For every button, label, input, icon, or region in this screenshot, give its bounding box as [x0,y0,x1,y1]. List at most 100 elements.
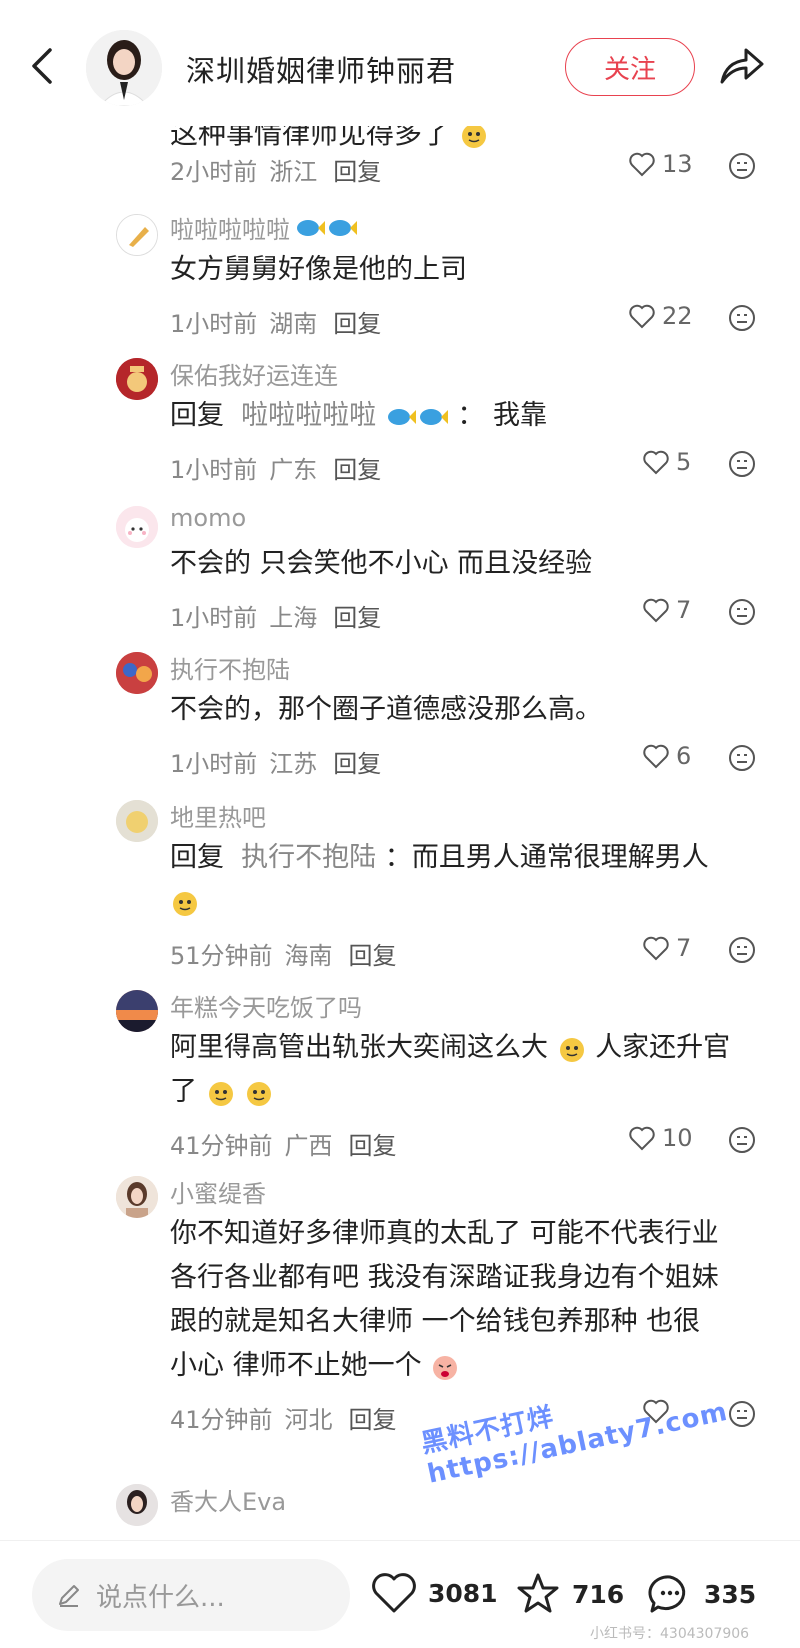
like-count: 22 [662,302,693,330]
reply-button[interactable]: 回复 [349,1400,397,1435]
comment-meta: 1小时前 江苏 回复 [170,744,381,779]
comment-region: 广西 [284,1132,333,1160]
heart-icon [372,1573,416,1613]
commenter-name[interactable]: 年糕今天吃饭了吗 [170,988,362,1023]
commenter-avatar[interactable] [116,358,158,400]
comment-text: 女方舅舅好像是他的上司 [170,254,467,285]
favorite-button[interactable]: 716 [514,1571,624,1617]
commenter-avatar[interactable] [116,1484,158,1526]
commenter-name[interactable]: 执行不抱陆 [170,650,290,685]
platform-id-watermark: 小红书号：4304307906 [590,1626,750,1642]
commenter-name[interactable]: 小蜜缇香 [170,1174,266,1209]
heart-icon [629,1126,655,1151]
favorite-count: 716 [572,1579,625,1609]
commenter-avatar[interactable] [116,506,158,548]
like-button[interactable]: 6 [642,742,691,770]
reply-button[interactable]: 回复 [349,936,397,971]
author-avatar[interactable] [86,30,162,106]
reply-button[interactable]: 回复 [333,304,381,339]
smirk-emoji-icon [461,126,486,148]
commenter-name[interactable]: momo [170,504,246,532]
dislike-face-icon[interactable] [728,598,756,626]
comment-count: 335 [704,1579,757,1609]
commenter-name[interactable]: 地里热吧 [170,798,266,833]
commenter-name[interactable]: 保佑我好运连连 [170,356,338,391]
like-post-button[interactable]: 3081 [370,1571,498,1615]
comment-region: 浙江 [269,158,318,186]
comment-time: 1小时前 [170,456,258,484]
like-button[interactable]: 10 [628,1124,693,1152]
comment-meta: 41分钟前 河北 回复 [170,1400,397,1435]
header: 深圳婚姻律师钟丽君 关注 [0,0,800,126]
like-button[interactable]: 13 [628,150,693,178]
reply-button[interactable]: 回复 [349,1126,397,1161]
comment-input[interactable]: 说点什么... [32,1559,350,1631]
smirk-emoji-icon [173,891,197,916]
dislike-face-icon[interactable] [728,936,756,964]
dislike-face-icon[interactable] [728,450,756,478]
post-like-count: 3081 [428,1578,498,1608]
comment-region: 海南 [284,942,333,970]
commenter-name[interactable]: 啦啦啦啦啦 [170,210,358,245]
heart-icon [643,744,669,769]
comment-meta: 1小时前 上海 回复 [170,598,381,633]
commenter-avatar[interactable] [116,652,158,694]
author-name[interactable]: 深圳婚姻律师钟丽君 [186,48,456,90]
comment-list: 这种事情律师见得多了 2小时前 浙江 回复 13 啦啦啦啦啦 女方舅舅好像是他的… [0,126,800,1540]
dislike-face-icon[interactable] [728,304,756,332]
back-arrow-icon[interactable] [26,44,58,88]
dislike-face-icon[interactable] [728,1126,756,1154]
heart-icon [643,450,669,475]
comment-time: 1小时前 [170,750,258,778]
like-button[interactable]: 22 [628,302,693,330]
comment-text: 这种事情律师见得多了 [170,126,489,152]
reply-button[interactable]: 回复 [333,152,381,187]
comment-time: 41分钟前 [170,1132,273,1160]
comment-time: 41分钟前 [170,1406,273,1434]
fish-emoji-icon [387,408,448,425]
comment-text: 回复 执行不抱陆 ：而且男人通常很理解男人 [170,836,770,924]
fish-emoji-icon [297,219,357,236]
comment-time: 1小时前 [170,310,258,338]
reply-target-name[interactable]: 执行不抱陆 [241,842,376,873]
dislike-face-icon[interactable] [728,152,756,180]
comment-bubble-icon [648,1575,686,1613]
like-button[interactable]: 7 [642,596,691,624]
comment-text: 回复 啦啦啦啦啦 ： 我靠 [170,400,547,431]
like-count: 7 [676,934,692,962]
heart-icon [643,936,669,961]
heart-icon [629,304,655,329]
follow-button[interactable]: 关注 [565,38,695,96]
heart-icon [629,152,655,177]
reply-button[interactable]: 回复 [333,744,381,779]
comment-region: 江苏 [269,750,318,778]
comment-region: 湖南 [269,310,318,338]
dislike-face-icon[interactable] [728,744,756,772]
commenter-avatar[interactable] [116,800,158,842]
comment-meta: 1小时前 广东 回复 [170,450,381,485]
like-count: 6 [676,742,692,770]
comment-text: 你不知道好多律师真的太乱了 可能不代表行业 各行各业都有吧 我没有深踏证我身边有… [170,1218,719,1381]
comment-region: 河北 [284,1406,333,1434]
comments-button[interactable]: 335 [646,1571,756,1617]
comment-time: 51分钟前 [170,942,273,970]
crying-emoji-icon [433,1355,458,1380]
comment-text: 不会的，那个圈子道德感没那么高。 [170,694,602,725]
commenter-name[interactable]: 香大人Eva [170,1482,286,1517]
reply-button[interactable]: 回复 [333,598,381,633]
pencil-icon [59,1585,79,1607]
commenter-avatar[interactable] [116,990,158,1032]
commenter-avatar[interactable] [116,1176,158,1218]
like-button[interactable]: 7 [642,934,691,962]
comment-time: 2小时前 [170,158,258,186]
smirk-emoji-icon [208,1081,233,1106]
commenter-avatar[interactable] [116,214,158,256]
smirk-emoji-icon [559,1037,584,1062]
reply-target-name[interactable]: 啦啦啦啦啦 [241,400,376,431]
comment-text: 阿里得高管出轨张大奕闹这么大 人家还升官 了 [170,1032,731,1107]
like-count: 5 [676,448,692,476]
comment-text: 不会的 只会笑他不小心 而且没经验 [170,548,593,579]
like-button[interactable]: 5 [642,448,691,476]
reply-button[interactable]: 回复 [333,450,381,485]
share-icon[interactable] [716,44,766,88]
